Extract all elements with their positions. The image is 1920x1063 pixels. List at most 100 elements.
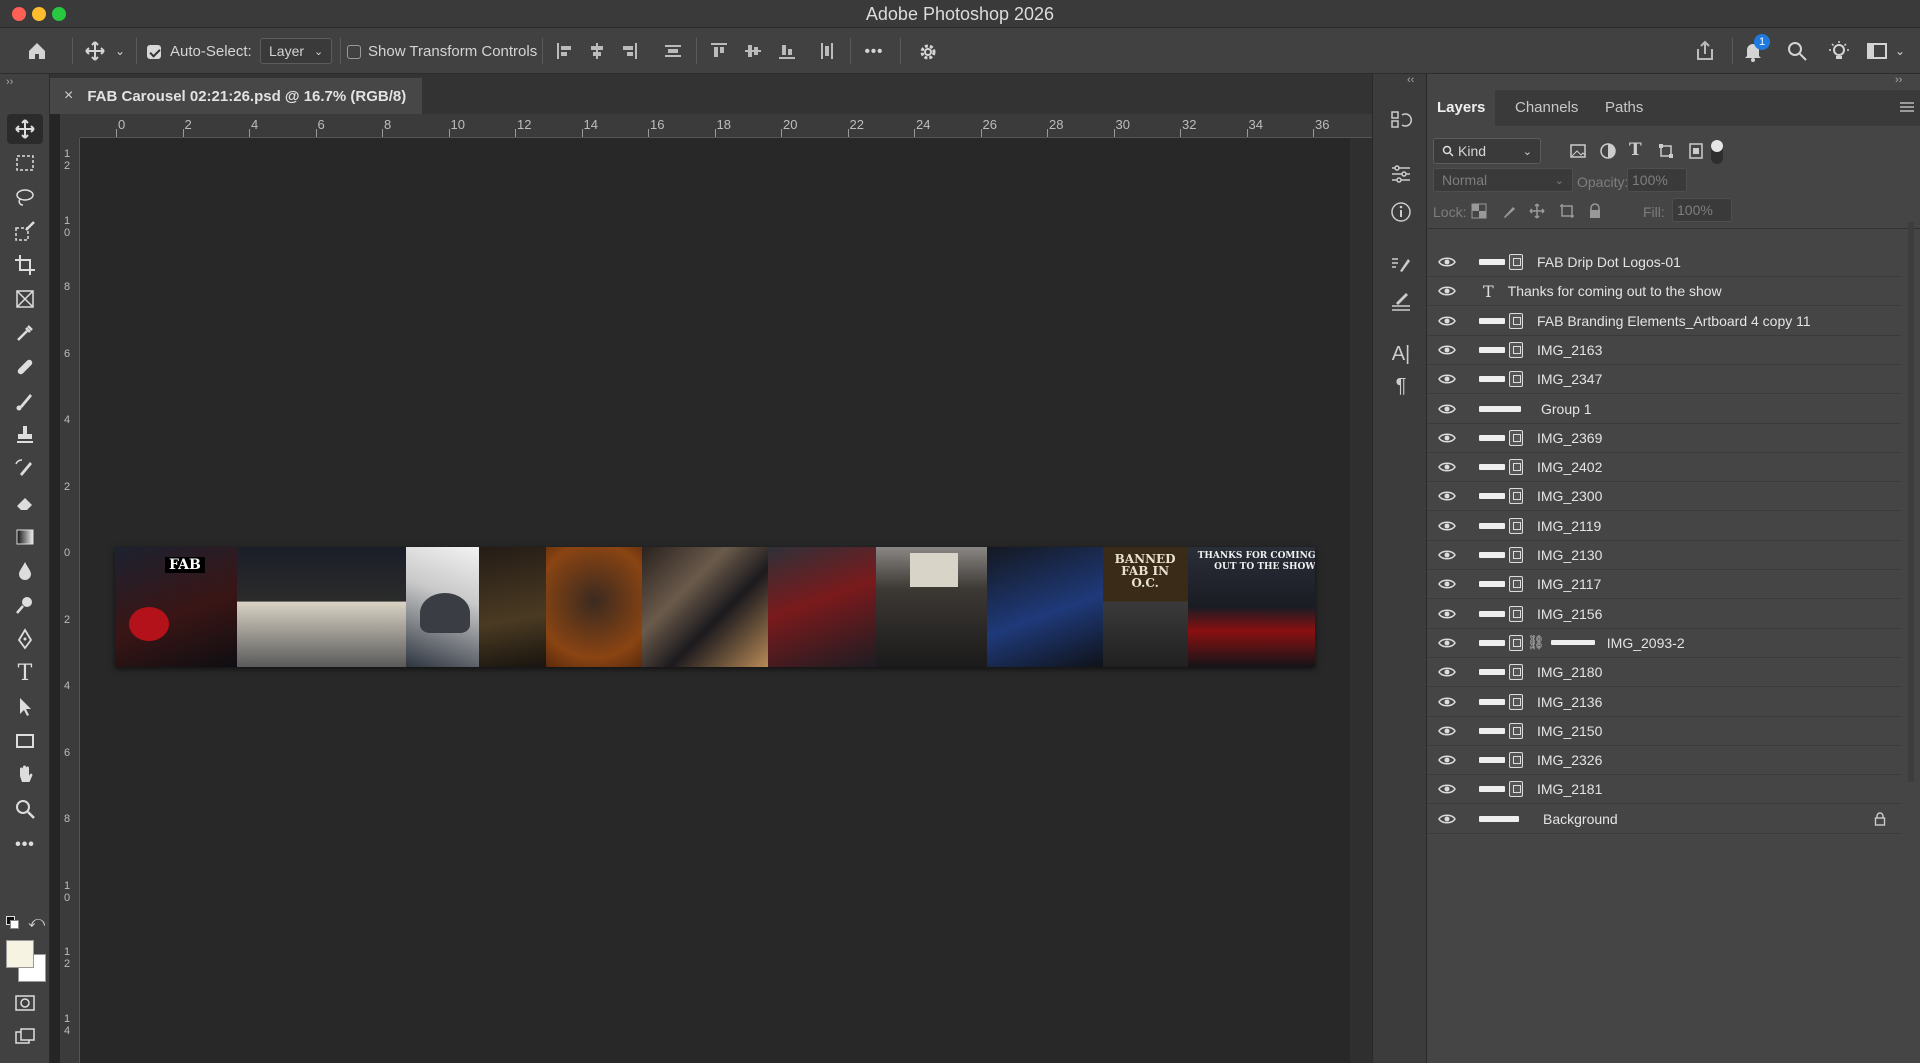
type-tool[interactable]: T bbox=[7, 658, 43, 688]
align-right-icon[interactable] bbox=[616, 38, 642, 64]
layer-row[interactable]: IMG_2117 bbox=[1427, 570, 1901, 600]
layer-visibility-eye-icon[interactable] bbox=[1427, 256, 1467, 268]
quick-mask-icon[interactable] bbox=[7, 988, 43, 1018]
object-selection-tool[interactable] bbox=[7, 216, 43, 246]
align-vertical-center-icon[interactable] bbox=[740, 38, 766, 64]
close-document-icon[interactable]: × bbox=[64, 87, 73, 105]
auto-select-checkbox[interactable] bbox=[146, 44, 162, 60]
workspace-chevron-down-icon[interactable]: ⌄ bbox=[1892, 42, 1908, 60]
mask-link-icon[interactable]: ⛓ bbox=[1527, 634, 1545, 651]
lasso-tool[interactable] bbox=[7, 182, 43, 212]
crop-tool[interactable] bbox=[7, 250, 43, 280]
history-brush-tool[interactable] bbox=[7, 454, 43, 484]
pen-tool[interactable] bbox=[7, 624, 43, 654]
layer-row[interactable]: FAB Drip Dot Logos-01 bbox=[1427, 248, 1901, 277]
layer-row[interactable]: IMG_2136 bbox=[1427, 688, 1901, 717]
zoom-tool[interactable] bbox=[7, 794, 43, 824]
edit-toolbar-more-icon[interactable]: ••• bbox=[7, 830, 43, 860]
foreground-color-swatch[interactable] bbox=[6, 940, 34, 968]
align-bottom-icon[interactable] bbox=[774, 38, 800, 64]
marquee-tool[interactable] bbox=[7, 148, 43, 178]
zoom-window-icon[interactable] bbox=[52, 7, 66, 21]
layer-visibility-eye-icon[interactable] bbox=[1427, 696, 1467, 708]
layer-visibility-eye-icon[interactable] bbox=[1427, 608, 1467, 620]
layer-visibility-eye-icon[interactable] bbox=[1427, 725, 1467, 737]
tab-layers[interactable]: Layers bbox=[1427, 90, 1496, 126]
move-tool[interactable] bbox=[7, 114, 43, 144]
tab-paths[interactable]: Paths bbox=[1595, 90, 1653, 126]
layer-row[interactable]: IMG_2156 bbox=[1427, 600, 1901, 629]
blend-mode-dropdown[interactable]: Normal ⌄ bbox=[1433, 168, 1573, 192]
hand-tool[interactable] bbox=[7, 760, 43, 790]
layer-visibility-eye-icon[interactable] bbox=[1427, 432, 1467, 444]
eyedropper-tool[interactable] bbox=[7, 318, 43, 348]
lock-artboard-icon[interactable] bbox=[1559, 203, 1575, 224]
ruler-origin[interactable] bbox=[60, 114, 80, 138]
collapse-dock-icon[interactable]: ‹‹ bbox=[1407, 74, 1414, 86]
layer-row[interactable]: IMG_2150 bbox=[1427, 717, 1901, 746]
layer-row[interactable]: IMG_2119 bbox=[1427, 512, 1901, 541]
lock-transparent-pixels-icon[interactable] bbox=[1471, 203, 1487, 224]
paragraph-icon[interactable]: ¶ bbox=[1387, 372, 1415, 400]
rectangle-tool[interactable] bbox=[7, 726, 43, 756]
layer-row[interactable]: IMG_2130 bbox=[1427, 541, 1901, 570]
move-tool-icon[interactable] bbox=[80, 36, 110, 66]
history-icon[interactable] bbox=[1387, 106, 1415, 134]
layer-visibility-eye-icon[interactable] bbox=[1427, 373, 1467, 385]
layer-row[interactable]: IMG_2326 bbox=[1427, 746, 1901, 776]
layer-row[interactable]: T Thanks for coming out to the show bbox=[1427, 277, 1901, 307]
distribute-horizontal-icon[interactable] bbox=[814, 38, 840, 64]
search-icon[interactable] bbox=[1782, 36, 1812, 66]
fill-input[interactable]: 100% bbox=[1672, 198, 1732, 222]
screen-mode-icon[interactable] bbox=[7, 1022, 43, 1052]
layer-row[interactable]: IMG_2163 bbox=[1427, 336, 1901, 365]
eraser-tool[interactable] bbox=[7, 488, 43, 518]
layer-row[interactable]: Background bbox=[1427, 805, 1901, 834]
lock-image-pixels-icon[interactable] bbox=[1501, 203, 1517, 224]
layer-visibility-eye-icon[interactable] bbox=[1427, 344, 1467, 356]
gradient-tool[interactable] bbox=[7, 522, 43, 552]
clone-stamp-tool[interactable] bbox=[7, 420, 43, 450]
opacity-input[interactable]: 100% bbox=[1627, 168, 1687, 192]
document-tab[interactable]: × FAB Carousel 02:21:26.psd @ 16.7% (RGB… bbox=[50, 78, 423, 114]
vertical-ruler[interactable]: 1 2 1 0 8 6 4 2 0 2 4 6 8 1 0 1 2 1 4 bbox=[60, 138, 80, 1063]
layer-visibility-eye-icon[interactable] bbox=[1427, 549, 1467, 561]
layer-visibility-eye-icon[interactable] bbox=[1427, 813, 1467, 825]
settings-gear-icon[interactable] bbox=[914, 38, 942, 66]
layer-visibility-eye-icon[interactable] bbox=[1427, 666, 1467, 678]
swap-colors-icon[interactable]: ⤺ bbox=[28, 914, 45, 932]
collapse-toolbar-icon[interactable]: ›› bbox=[6, 76, 13, 88]
layer-mask-thumbnail[interactable] bbox=[1550, 640, 1595, 646]
dodge-tool[interactable] bbox=[7, 590, 43, 620]
filter-type-icon[interactable]: T bbox=[1629, 140, 1642, 160]
notifications-bell-icon[interactable]: 1 bbox=[1738, 34, 1770, 66]
layer-row[interactable]: IMG_2181 bbox=[1427, 775, 1901, 805]
collapse-panel-icon[interactable]: ›› bbox=[1895, 74, 1902, 86]
path-selection-tool[interactable] bbox=[7, 692, 43, 722]
brush-settings-icon[interactable] bbox=[1387, 288, 1415, 316]
layer-visibility-eye-icon[interactable] bbox=[1427, 578, 1467, 590]
layer-row[interactable]: IMG_2300 bbox=[1427, 482, 1901, 512]
minimize-window-icon[interactable] bbox=[32, 7, 46, 21]
layer-row[interactable]: IMG_2369 bbox=[1427, 424, 1901, 453]
layer-visibility-eye-icon[interactable] bbox=[1427, 285, 1467, 297]
carousel-artboard[interactable]: FAB BANNED FAB IN O.C. THANKS FOR COMING… bbox=[115, 547, 1315, 667]
layer-row[interactable]: IMG_2180 bbox=[1427, 658, 1901, 688]
layer-row[interactable]: ⛓ IMG_2093-2 bbox=[1427, 629, 1901, 658]
default-colors-icon[interactable] bbox=[6, 916, 20, 930]
layer-row[interactable]: Group 1 bbox=[1427, 395, 1901, 424]
info-icon[interactable] bbox=[1387, 198, 1415, 226]
filter-kind-dropdown[interactable]: Kind ⌄ bbox=[1433, 138, 1541, 164]
tool-preset-chevron-down-icon[interactable]: ⌄ bbox=[112, 42, 128, 60]
panel-menu-icon[interactable] bbox=[1899, 100, 1915, 114]
layer-visibility-eye-icon[interactable] bbox=[1427, 403, 1467, 415]
brush-tool[interactable] bbox=[7, 386, 43, 416]
share-icon[interactable] bbox=[1690, 36, 1720, 66]
more-options-button[interactable]: ••• bbox=[858, 38, 890, 64]
layer-visibility-eye-icon[interactable] bbox=[1427, 520, 1467, 532]
blur-tool[interactable] bbox=[7, 556, 43, 586]
layer-row[interactable]: IMG_2402 bbox=[1427, 453, 1901, 483]
layer-visibility-eye-icon[interactable] bbox=[1427, 783, 1467, 795]
align-horizontal-center-icon[interactable] bbox=[584, 38, 610, 64]
horizontal-ruler[interactable]: 0 2 4 6 8 10 12 14 16 18 20 22 24 26 28 30 32 34 36 bbox=[80, 114, 1372, 138]
